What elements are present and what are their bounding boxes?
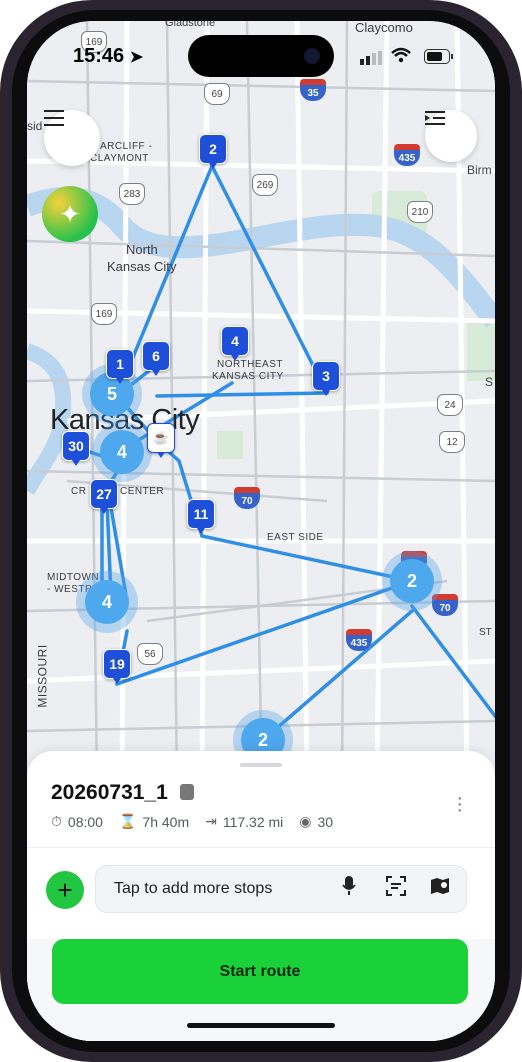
menu-button[interactable] [44, 110, 100, 166]
status-time-text: 15:46 [73, 45, 125, 67]
distance-icon: ⇥ [205, 813, 217, 829]
microphone-icon[interactable] [342, 876, 356, 901]
sheet-grabber[interactable] [240, 763, 282, 767]
stop-pin[interactable]: 6 [142, 341, 170, 376]
label-east-side: EAST SIDE [267, 532, 324, 543]
stop-cluster[interactable]: 4 [92, 422, 152, 482]
stop-pin[interactable]: 30 [62, 431, 90, 466]
copy-icon[interactable] [179, 784, 194, 800]
volume-up-button [0, 265, 4, 327]
interstate-70-shield: 70 [234, 487, 260, 509]
label-northeast-kc: KANSAS CITY [212, 371, 284, 382]
route-69-shield: 69 [204, 83, 230, 105]
label-s-edge: S [485, 375, 494, 389]
signal-icon [360, 51, 382, 65]
coffee-stop-pin[interactable]: ☕ [147, 423, 175, 458]
add-stops-input[interactable]: Tap to add more stops [95, 865, 467, 913]
label-birm: Birm [467, 163, 492, 177]
stop-pin[interactable]: 27 [90, 479, 118, 514]
route-12-shield: 12 [439, 431, 465, 453]
label-st: ST [479, 627, 492, 638]
distance: 117.32 mi [222, 813, 284, 830]
stops-icon: ◉ [299, 813, 312, 829]
route-169b-shield: 169 [91, 303, 117, 325]
cluster-count: 4 [85, 580, 129, 624]
divider [27, 847, 495, 848]
cluster-count: 2 [390, 559, 434, 603]
route-sheet[interactable]: 20260731_1 · · · ⏱ 08:00 ⌛ 7h 40m ⇥ 117.32… [27, 751, 495, 1041]
interstate-435-shield: 435 [394, 144, 420, 166]
stop-pin[interactable]: 4 [221, 326, 249, 361]
route-269-shield: 269 [252, 174, 278, 196]
coffee-icon: ☕ [152, 430, 170, 445]
hamburger-icon [44, 110, 64, 126]
status-time: 15:46 ➤ [73, 45, 143, 68]
label-claymont: CLAYMONT [90, 153, 149, 164]
plus-icon: + [57, 874, 73, 905]
map-pin-icon[interactable] [430, 876, 450, 901]
route-list-icon [425, 111, 445, 125]
duration: 7h 40m [142, 813, 190, 830]
label-north-kansas-city: Kansas City [107, 259, 177, 274]
interstate-35-shield: 35 [300, 79, 326, 101]
label-briarcliff: ARCLIFF - [100, 141, 153, 152]
route-meta: ⏱ 08:00 ⌛ 7h 40m ⇥ 117.32 mi ◉ 30 [51, 813, 333, 830]
stop-cluster[interactable]: 2 [382, 551, 442, 611]
label-crossroads: CR [71, 486, 87, 497]
screen: Gladstone Claycomo ARCLIFF - CLAYMONT No… [27, 21, 495, 1041]
route-name: 20260731_1 [51, 781, 194, 805]
route-list-button[interactable] [425, 110, 477, 162]
wifi-icon [391, 47, 411, 68]
route-56-shield: 56 [137, 643, 163, 665]
interstate-435b-shield: 435 [346, 629, 372, 651]
ai-assistant-button[interactable]: ✦ [42, 186, 98, 242]
stop-pin[interactable]: 11 [187, 499, 215, 534]
power-button [518, 335, 522, 435]
start-route-button[interactable]: Start route [52, 939, 468, 1004]
cluster-count: 4 [100, 430, 144, 474]
label-center: CENTER [120, 486, 165, 497]
stops-count: 30 [317, 813, 334, 830]
label-claycomo: Claycomo [355, 21, 413, 35]
camera-icon [304, 48, 320, 64]
stop-cluster[interactable]: 4 [76, 571, 138, 633]
more-options-button[interactable]: · · · [456, 788, 463, 820]
location-arrow-icon: ➤ [129, 49, 144, 66]
stop-pin[interactable]: 19 [103, 649, 131, 684]
stop-pin[interactable]: 1 [106, 349, 134, 384]
label-missouri: MISSOURI [35, 644, 50, 708]
label-northeast: NORTHEAST [217, 359, 283, 370]
add-stop-button[interactable]: + [46, 871, 84, 909]
stop-pin[interactable]: 3 [312, 361, 340, 396]
volume-down-button [0, 345, 4, 407]
route-210-shield: 210 [407, 201, 433, 223]
route-24-shield: 24 [437, 394, 463, 416]
label-sid: sid [27, 119, 43, 133]
dynamic-island [188, 35, 334, 77]
start-time-icon: ⏱ [51, 813, 62, 829]
battery-icon [424, 49, 454, 70]
route-name-text: 20260731_1 [51, 781, 168, 804]
add-stops-placeholder: Tap to add more stops [114, 880, 273, 897]
route-283-shield: 283 [119, 183, 145, 205]
hourglass-icon: ⌛ [118, 813, 137, 829]
stop-pin[interactable]: 2 [199, 134, 227, 169]
silent-switch [0, 205, 4, 237]
scan-icon[interactable] [386, 876, 406, 901]
start-time: 08:00 [67, 813, 103, 830]
sparkles-icon: ✦ [59, 198, 81, 229]
label-north: North [126, 242, 158, 257]
map-view[interactable]: Gladstone Claycomo ARCLIFF - CLAYMONT No… [27, 21, 495, 781]
label-gladstone: Gladstone [165, 21, 216, 29]
home-indicator [187, 1023, 335, 1028]
